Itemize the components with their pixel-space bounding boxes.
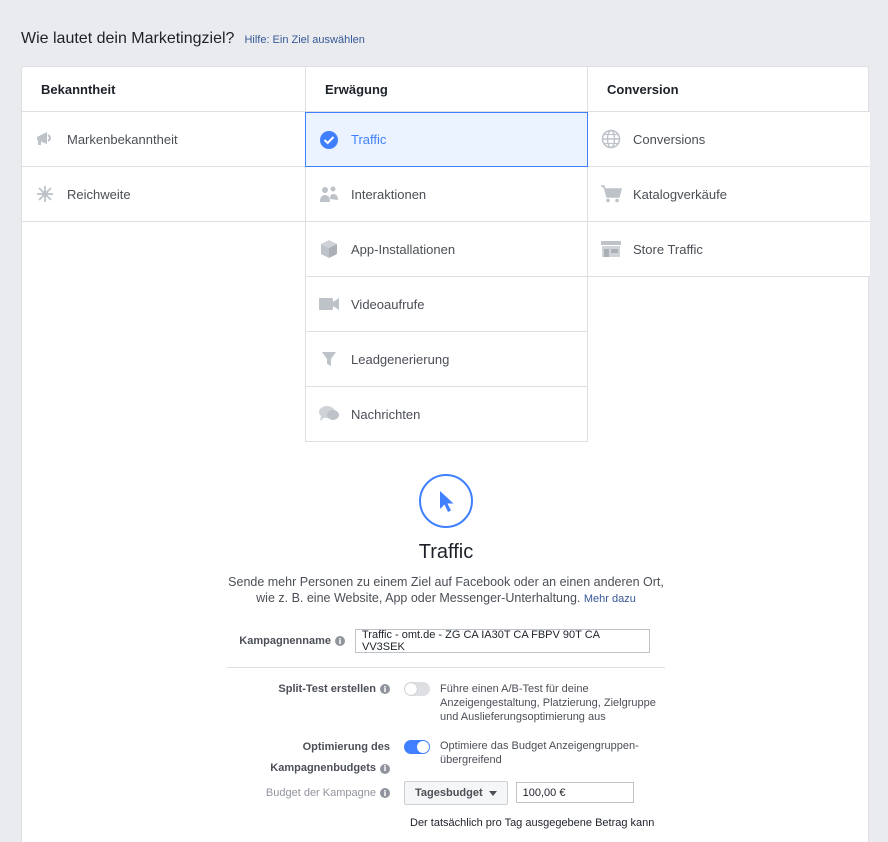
budget-type-dropdown[interactable]: Tagesbudget (404, 781, 508, 805)
campaign-name-label: Kampagnenname (239, 635, 331, 647)
objective-label: Videoaufrufe (351, 296, 425, 312)
split-test-label: Split-Test erstellen (278, 683, 376, 695)
objective-messages[interactable]: Nachrichten (305, 387, 588, 442)
objective-label: Nachrichten (351, 406, 421, 422)
toggle-knob (417, 741, 429, 753)
funnel-icon (318, 348, 340, 370)
store-icon (600, 238, 622, 260)
more-info-link[interactable]: Mehr dazu (584, 593, 636, 605)
reach-icon (34, 183, 56, 205)
split-test-label-wrap: Split-Test erstellen i (227, 682, 390, 696)
campaign-budget-label-wrap: Budget der Kampagne i (227, 781, 390, 805)
page-header: Wie lautet dein Marketingziel? Hilfe: Ei… (21, 30, 365, 48)
objective-label: Reichweite (67, 186, 131, 202)
shopping-cart-icon (600, 183, 622, 205)
info-icon[interactable]: i (380, 788, 390, 798)
help-link[interactable]: Hilfe: Ein Ziel auswählen (244, 34, 364, 46)
campaign-name-input[interactable]: Traffic - omt.de - ZG CA IA30T CA FBPV 9… (355, 629, 650, 653)
column-conversion: Conversion Conversions Katalogverkäufe S… (588, 67, 870, 277)
budget-optimization-label-wrap: Optimierung des Kampagnenbudgets i (227, 739, 390, 777)
cursor-icon (419, 474, 473, 528)
campaign-budget-label: Budget der Kampagne (265, 787, 376, 799)
objective-label: App-Installationen (351, 241, 456, 257)
budget-footnote: Der tatsächlich pro Tag ausgegebene Betr… (410, 817, 655, 829)
caret-down-icon (488, 790, 497, 796)
objective-store-traffic[interactable]: Store Traffic (588, 222, 870, 277)
objective-traffic[interactable]: Traffic (305, 112, 588, 167)
budget-optimization-label-line1: Optimierung des (302, 741, 390, 753)
video-camera-icon (318, 293, 340, 315)
column-heading: Bekanntheit (22, 67, 305, 112)
objective-label: Interaktionen (351, 186, 427, 202)
description-line: wie z. B. eine Website, App oder Messeng… (22, 590, 870, 607)
info-icon[interactable]: i (335, 636, 345, 646)
split-test-toggle[interactable] (404, 682, 430, 696)
chat-bubbles-icon (318, 403, 340, 425)
objective-label: Markenbekanntheit (67, 131, 178, 147)
objective-label: Store Traffic (633, 241, 703, 257)
objective-app-installs[interactable]: App-Installationen (305, 222, 588, 277)
objective-brand-awareness[interactable]: Markenbekanntheit (22, 112, 305, 167)
objective-lead-generation[interactable]: Leadgenerierung (305, 332, 588, 387)
megaphone-icon (34, 128, 56, 150)
people-icon (318, 183, 340, 205)
column-consideration: Erwägung Traffic Interaktionen App-Insta… (305, 67, 588, 442)
objective-label: Katalogverkäufe (633, 186, 727, 202)
objective-label: Leadgenerierung (351, 351, 450, 367)
objective-catalog-sales[interactable]: Katalogverkäufe (588, 167, 870, 222)
budget-optimization-row: Optimierung des Kampagnenbudgets i Optimi… (227, 739, 650, 777)
page-title: Wie lautet dein Marketingziel? (21, 30, 235, 47)
budget-optimization-label-line2: Kampagnenbudgets (270, 762, 376, 774)
toggle-knob (405, 683, 417, 695)
column-heading: Erwägung (305, 67, 588, 112)
budget-amount-input[interactable]: 100,00 € (515, 782, 634, 803)
detail-title: Traffic (418, 541, 474, 563)
info-icon[interactable]: i (380, 763, 390, 774)
objective-panel: Bekanntheit Markenbekanntheit Reichweite… (21, 66, 870, 842)
form-divider (227, 667, 665, 668)
split-test-description: Führe einen A/B-Test für deine Anzeigeng… (440, 683, 656, 723)
campaign-budget-row: Budget der Kampagne i Tagesbudget 100,00… (227, 781, 634, 805)
info-icon[interactable]: i (380, 684, 390, 694)
budget-optimization-description: Optimiere das Budget Anzeigengruppen-übe… (440, 740, 639, 766)
detail-description: Sende mehr Personen zu einem Ziel auf Fa… (22, 574, 870, 607)
box-icon (318, 238, 340, 260)
campaign-name-row: Kampagnenname i Traffic - omt.de - ZG CA… (227, 629, 650, 653)
budget-type-value: Tagesbudget (415, 787, 483, 799)
objective-label: Traffic (351, 132, 387, 147)
split-test-row: Split-Test erstellen i Führe einen A/B-T… (227, 682, 658, 724)
check-circle-icon (318, 129, 340, 151)
objective-detail: Traffic Sende mehr Personen zu einem Zie… (22, 472, 870, 607)
globe-icon (600, 128, 622, 150)
objective-conversions[interactable]: Conversions (588, 112, 870, 167)
description-text: wie z. B. eine Website, App oder Messeng… (256, 591, 581, 605)
column-awareness: Bekanntheit Markenbekanntheit Reichweite (22, 67, 305, 222)
campaign-name-label-wrap: Kampagnenname i (227, 629, 345, 653)
objective-engagement[interactable]: Interaktionen (305, 167, 588, 222)
column-heading: Conversion (588, 67, 870, 112)
budget-optimization-toggle[interactable] (404, 740, 430, 754)
budget-optimization-label-line2-wrap: Kampagnenbudgets i (270, 760, 390, 777)
objective-label: Conversions (633, 131, 706, 147)
objective-reach[interactable]: Reichweite (22, 167, 305, 222)
objective-video-views[interactable]: Videoaufrufe (305, 277, 588, 332)
description-line: Sende mehr Personen zu einem Ziel auf Fa… (228, 575, 664, 589)
